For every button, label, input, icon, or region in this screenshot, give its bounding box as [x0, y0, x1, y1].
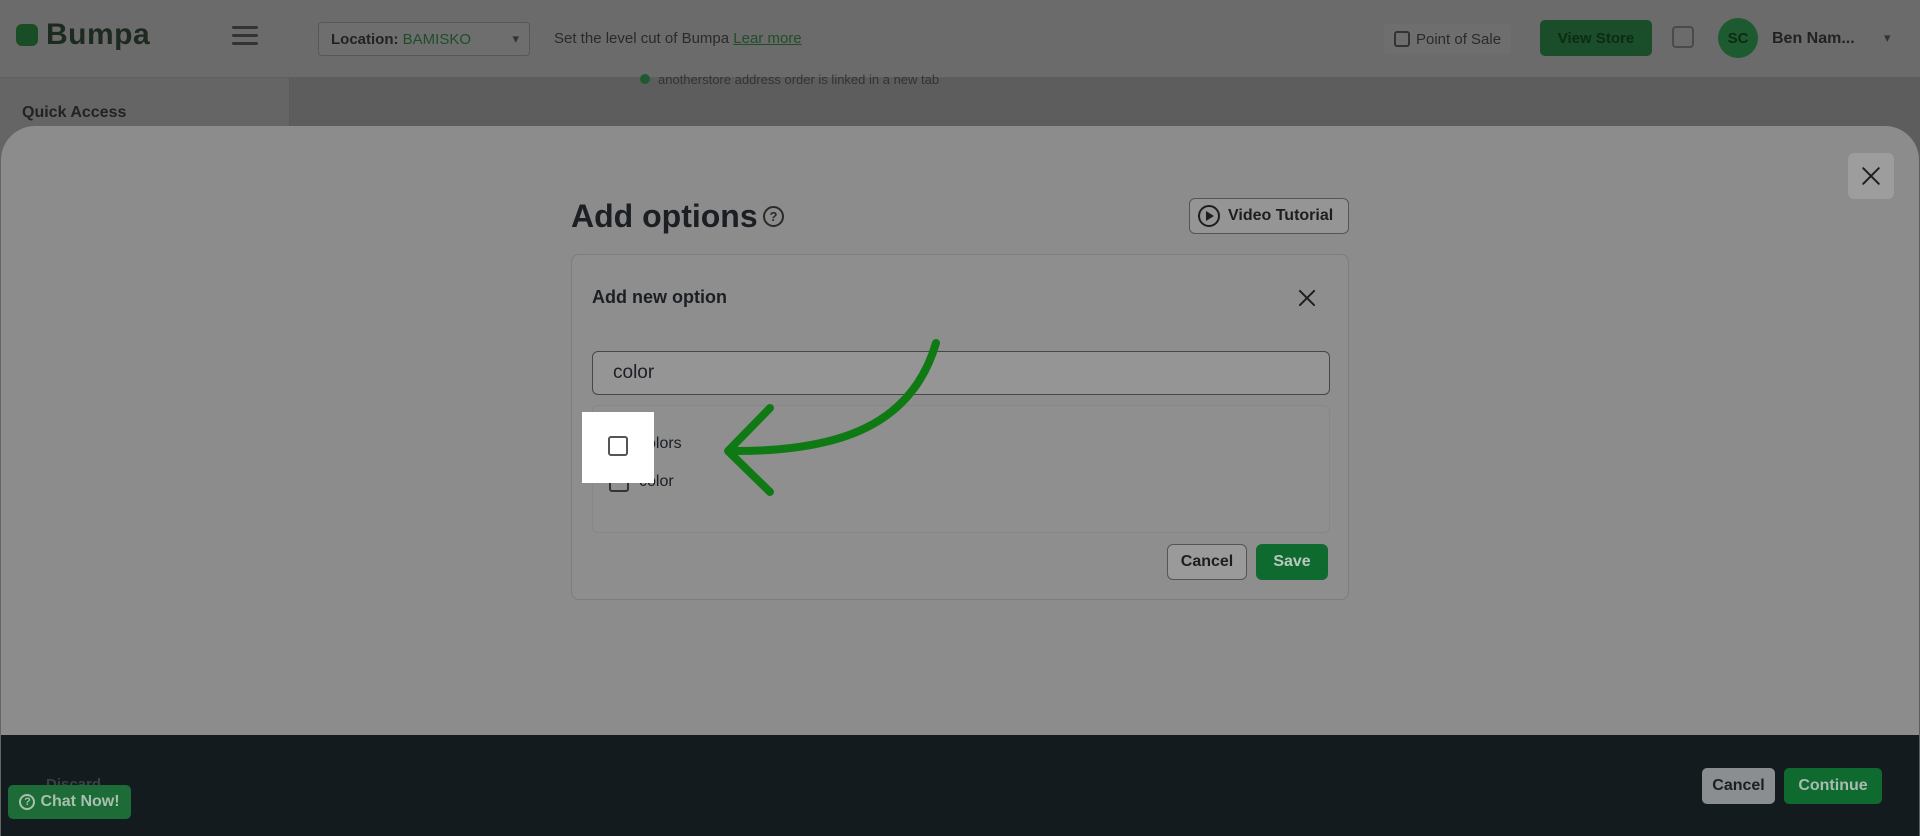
cancel-button[interactable]: Cancel [1167, 544, 1247, 580]
top-navigation-bar: Bumpa Location: BAMISKO ▾ Set the level … [0, 0, 1920, 78]
background-note-text: anotherstore address order is linked in … [658, 72, 940, 87]
status-dot-icon [640, 74, 650, 84]
point-of-sale-label: Point of Sale [1416, 30, 1502, 48]
view-store-button[interactable]: View Store [1540, 20, 1652, 56]
learn-more-link[interactable]: Lear more [733, 30, 801, 47]
point-of-sale-button[interactable]: Point of Sale [1384, 24, 1512, 54]
logo-mark-icon [16, 24, 38, 46]
close-icon [1297, 288, 1317, 308]
footer-cancel-button[interactable]: Cancel [1702, 768, 1775, 804]
sidebar-section-title: Quick Access [22, 104, 127, 121]
notification-icon[interactable] [1672, 26, 1694, 48]
video-tutorial-label: Video Tutorial [1228, 207, 1334, 224]
menu-toggle-icon[interactable] [232, 26, 258, 48]
highlighted-checkbox[interactable] [608, 436, 628, 456]
logo-text: Bumpa [46, 18, 151, 51]
card-title: Add new option [592, 287, 727, 307]
highlighted-checkbox-area[interactable] [582, 412, 654, 483]
chevron-down-icon: ▾ [512, 31, 519, 46]
continue-button[interactable]: Continue [1784, 768, 1882, 804]
close-icon [1861, 166, 1881, 186]
location-hint-text: Set the level cut of Bumpa [554, 30, 730, 47]
chat-now-label: Chat Now! [40, 793, 120, 810]
page-title: Add options [571, 198, 758, 234]
video-tutorial-button[interactable]: Video Tutorial [1189, 198, 1349, 234]
option-search-input[interactable] [592, 351, 1330, 395]
background-note: anotherstore address order is linked in … [640, 72, 939, 87]
modal-close-button[interactable] [1848, 153, 1894, 199]
user-menu-chevron-icon[interactable]: ▾ [1884, 30, 1891, 46]
suggestion-list: colors color [592, 405, 1330, 533]
avatar[interactable]: SC [1718, 18, 1758, 58]
location-hint: Set the level cut of Bumpa Lear more [554, 30, 802, 47]
save-button[interactable]: Save [1256, 544, 1328, 580]
question-icon: ? [19, 794, 36, 810]
bumpa-logo[interactable]: Bumpa [16, 18, 150, 52]
help-icon[interactable]: ? [763, 206, 784, 227]
location-label: Location: [331, 31, 399, 48]
pos-icon [1394, 31, 1410, 47]
play-icon [1198, 205, 1220, 227]
card-close-button[interactable] [1294, 285, 1320, 311]
location-select[interactable]: Location: BAMISKO ▾ [318, 22, 530, 56]
footer-bar [1, 735, 1919, 836]
location-value: BAMISKO [402, 31, 472, 48]
user-name[interactable]: Ben Nam... [1772, 30, 1855, 48]
chat-now-button[interactable]: ? Chat Now! [8, 785, 131, 819]
